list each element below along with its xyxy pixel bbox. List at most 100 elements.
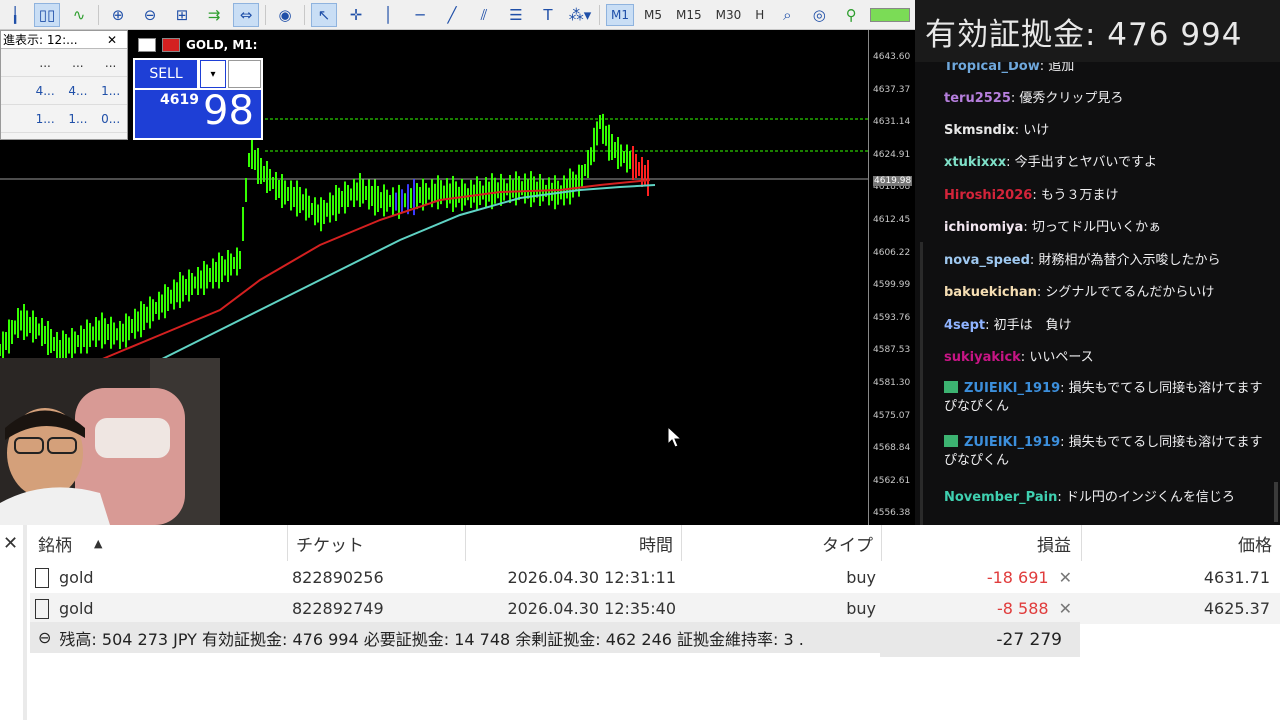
chat-username[interactable]: xtukixxx (944, 155, 1006, 170)
chat-text: 初手は 負け (993, 318, 1072, 333)
total-profit: -27 279 (880, 622, 1080, 657)
market-watch-cell: ... (72, 55, 84, 70)
bar-chart-icon[interactable]: ╽ (2, 3, 28, 27)
chat-username[interactable]: 4sept (944, 318, 985, 333)
close-position-icon[interactable]: ✕ (1059, 568, 1072, 587)
price-axis-label: 4624.91 (873, 149, 911, 160)
account-icon[interactable]: ◎ (806, 3, 832, 27)
autoscroll-icon[interactable]: ⇉ (201, 3, 227, 27)
toolbar-separator (265, 4, 266, 25)
timeframe-h[interactable]: H (751, 5, 768, 25)
header-price[interactable]: 価格 (1082, 525, 1280, 561)
crosshair-icon[interactable]: ✛ (343, 3, 369, 27)
document-icon (35, 567, 49, 588)
trendline-icon[interactable]: ╱ (439, 3, 465, 27)
price-axis-label: 4568.84 (873, 443, 911, 454)
chat-colon: : (1060, 381, 1069, 396)
shapes-icon[interactable]: ⁂▾ (567, 3, 593, 27)
chat-username[interactable]: ZUIEIKI_1919 (964, 435, 1060, 450)
chat-colon: : (1023, 220, 1032, 235)
horizontal-line-icon[interactable]: ─ (407, 3, 433, 27)
timeframe-m15[interactable]: M15 (672, 5, 706, 25)
line-chart-icon[interactable]: ∿ (66, 3, 92, 27)
chat-username[interactable]: Hiroshi2026 (944, 188, 1032, 203)
market-watch-row[interactable]: 4... 4... 1... (1, 77, 127, 105)
timeframe-m5[interactable]: M5 (640, 5, 666, 25)
market-watch-row[interactable]: 1... 1... 0... (1, 105, 127, 133)
market-watch-panel: 進表示: 12:... ✕ ... ... ... 4... 4... 1...… (0, 30, 128, 140)
market-watch-cell: 4... (35, 83, 55, 98)
zoom-in-icon[interactable]: ⊕ (105, 3, 131, 27)
header-profit[interactable]: 損益 (882, 525, 1082, 561)
header-time[interactable]: 時間 (466, 525, 682, 561)
chat-text: 追加 (1048, 62, 1075, 74)
terminal-sidebar (23, 525, 27, 720)
chart-table-icon[interactable] (138, 38, 156, 52)
chat-text: 切ってドル円いくかぁ (1031, 220, 1162, 235)
row-symbol: gold (59, 599, 94, 618)
price-prefix: 4619 (160, 92, 199, 108)
sell-button[interactable]: SELL (135, 60, 197, 88)
timeframe-m1[interactable]: M1 (606, 3, 634, 26)
toolbar-separator (98, 4, 99, 25)
chart-shift-icon[interactable]: ⇔ (233, 2, 259, 27)
chat-message: 4sept: 初手は 負け (944, 317, 1264, 335)
chat-colon: : (1014, 123, 1024, 138)
chat-panel: Tropical_Dow: 追加 teru2525: 優秀クリップ見ろ Skmsnd… (915, 62, 1280, 525)
market-watch-tab[interactable]: 進表示: 12:... ✕ (1, 31, 127, 49)
chart-flag-icon[interactable] (162, 38, 180, 52)
search-icon[interactable]: ⌕ (774, 3, 800, 27)
chat-username[interactable]: sukiyakick (944, 350, 1021, 365)
grid-icon[interactable]: ⊞ (169, 3, 195, 27)
channel-icon[interactable]: ⫽ (471, 3, 497, 27)
candle-chart-icon[interactable]: ▯▯ (34, 2, 60, 27)
chat-scrollbar[interactable] (920, 242, 923, 525)
zoom-out-icon[interactable]: ⊖ (137, 3, 163, 27)
market-watch-row[interactable]: ... ... ... (1, 49, 127, 77)
header-ticket[interactable]: チケット (288, 525, 466, 561)
header-type[interactable]: タイプ (682, 525, 882, 561)
chat-username[interactable]: Skmsndix (944, 123, 1015, 138)
close-position-icon[interactable]: ✕ (1059, 599, 1072, 618)
close-icon[interactable]: ✕ (3, 533, 18, 554)
timeframe-m30[interactable]: M30 (712, 5, 746, 25)
toolbar-separator (304, 4, 305, 25)
text-icon[interactable]: T (535, 3, 561, 27)
chat-message: teru2525: 優秀クリップ見ろ (944, 90, 1264, 108)
close-icon[interactable]: ✕ (107, 33, 117, 47)
row-profit: -8 588 (997, 599, 1049, 618)
chat-message: ZUIEIKI_1919: 損失もでてるし同接も溶けてます ぴなぴくん (944, 380, 1276, 416)
document-icon (35, 598, 49, 619)
signal-icon[interactable]: ⚲ (838, 3, 864, 27)
chat-username[interactable]: ichinomiya (944, 220, 1023, 235)
chat-username[interactable]: November_Pain (944, 490, 1057, 505)
chat-username[interactable]: bakuekichan (944, 285, 1037, 300)
lot-size-input[interactable] (228, 60, 261, 88)
row-time: 2026.04.30 12:35:40 (507, 599, 676, 618)
table-row[interactable]: gold 822890256 2026.04.30 12:31:11 buy -… (30, 562, 1280, 593)
chevron-down-icon[interactable]: ▾ (200, 60, 226, 88)
header-symbol[interactable]: 銘柄 ▲ (30, 525, 288, 561)
chat-colon: : (985, 318, 994, 333)
chat-username[interactable]: teru2525 (944, 91, 1011, 106)
toolbar: ╽ ▯▯ ∿ ⊕ ⊖ ⊞ ⇉ ⇔ ◉ ↖ ✛ │ ─ ╱ ⫽ ☰ T ⁂▾ M1… (0, 0, 915, 30)
sell-price-box[interactable]: 4619 98 (135, 88, 261, 138)
chat-username[interactable]: Tropical_Dow (944, 62, 1040, 74)
chat-message: November_Pain: ドル円のインジくんを信じろ (944, 489, 1264, 507)
row-price: 4625.37 (1203, 599, 1270, 618)
vertical-line-icon[interactable]: │ (375, 3, 401, 27)
price-axis-label: 4575.07 (873, 410, 911, 421)
chat-text: 財務相が為替介入示唆したから (1038, 253, 1221, 268)
chat-colon: : (1032, 188, 1041, 203)
fibonacci-icon[interactable]: ☰ (503, 3, 529, 27)
price-axis-label: 4556.38 (873, 508, 911, 519)
table-row[interactable]: gold 822892749 2026.04.30 12:35:40 buy -… (30, 593, 1280, 624)
cursor-icon[interactable]: ↖ (311, 2, 337, 27)
chat-message: sukiyakick: いいペース (944, 349, 1264, 367)
chat-username[interactable]: ZUIEIKI_1919 (964, 381, 1060, 396)
chat-scroll-thumb[interactable] (1274, 482, 1278, 522)
screenshot-icon[interactable]: ◉ (272, 3, 298, 27)
chat-username[interactable]: nova_speed (944, 253, 1030, 268)
collapse-icon[interactable]: ⊖ (38, 628, 51, 647)
chat-message: Skmsndix: いけ (944, 122, 1264, 140)
